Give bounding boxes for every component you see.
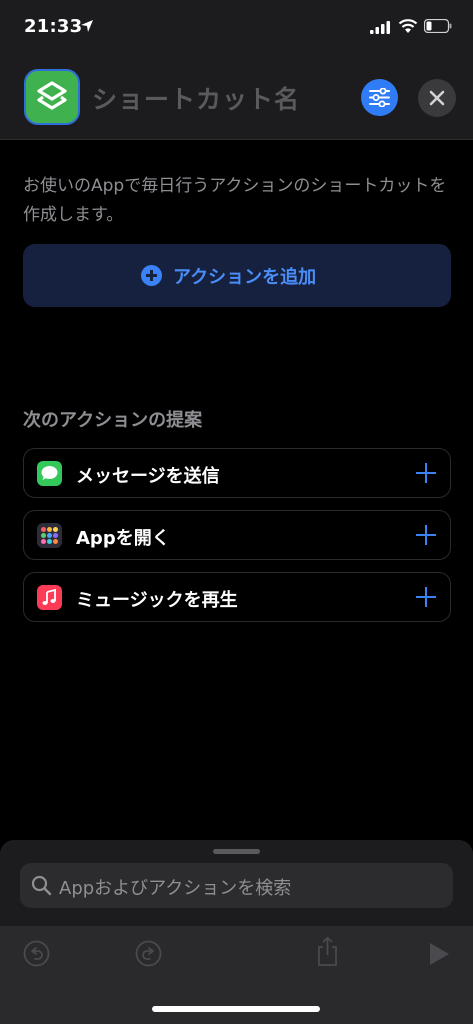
plus-icon[interactable] xyxy=(416,463,436,483)
shortcut-icon-button[interactable] xyxy=(24,69,80,125)
plus-icon[interactable] xyxy=(416,525,436,545)
suggestions-heading: 次のアクションの提案 xyxy=(23,410,203,431)
redo-icon[interactable] xyxy=(135,940,162,967)
cellular-signal-icon xyxy=(370,21,390,34)
suggestion-send-message[interactable]: メッセージを送信 xyxy=(23,448,451,498)
description-text: お使いのAppで毎日行うアクションのショートカットを作成します。 xyxy=(23,176,447,225)
suggestion-play-music[interactable]: ミュージックを再生 xyxy=(23,572,451,622)
status-bar: 21:33 xyxy=(0,0,473,58)
plus-circle-icon xyxy=(141,265,162,286)
shortcut-name-field[interactable]: ショートカット名 xyxy=(92,80,300,116)
action-search-sheet: Appおよびアクションを検索 xyxy=(0,840,473,1024)
suggestion-label: ミュージックを再生 xyxy=(76,590,238,611)
undo-icon[interactable] xyxy=(23,940,50,967)
suggestion-label: メッセージを送信 xyxy=(76,466,220,487)
shortcuts-logo-icon xyxy=(37,81,67,110)
suggestion-open-app[interactable]: Appを開く xyxy=(23,510,451,560)
shortcut-editor-header: ショートカット名 xyxy=(0,58,473,140)
app-grid-icon xyxy=(37,523,62,548)
settings-button[interactable] xyxy=(361,79,398,116)
plus-icon[interactable] xyxy=(416,587,436,607)
sliders-icon xyxy=(369,88,390,107)
search-input[interactable]: Appおよびアクションを検索 xyxy=(20,863,453,908)
music-icon xyxy=(37,585,62,610)
search-icon xyxy=(31,875,52,896)
close-button[interactable] xyxy=(418,79,456,117)
play-icon[interactable] xyxy=(428,942,450,966)
sheet-grabber[interactable] xyxy=(213,849,260,854)
suggestion-label: Appを開く xyxy=(76,528,170,549)
add-action-label: アクションを追加 xyxy=(173,267,317,288)
wifi-icon xyxy=(398,19,418,33)
location-arrow-icon xyxy=(81,20,93,32)
messages-icon xyxy=(37,461,62,486)
close-icon xyxy=(429,90,445,106)
editor-toolbar xyxy=(0,926,473,1024)
battery-icon xyxy=(424,19,452,33)
add-action-button[interactable]: アクションを追加 xyxy=(23,244,451,307)
status-time: 21:33 xyxy=(24,16,83,37)
home-indicator[interactable] xyxy=(152,1006,320,1012)
search-placeholder: Appおよびアクションを検索 xyxy=(59,878,292,899)
share-icon[interactable] xyxy=(315,936,340,967)
